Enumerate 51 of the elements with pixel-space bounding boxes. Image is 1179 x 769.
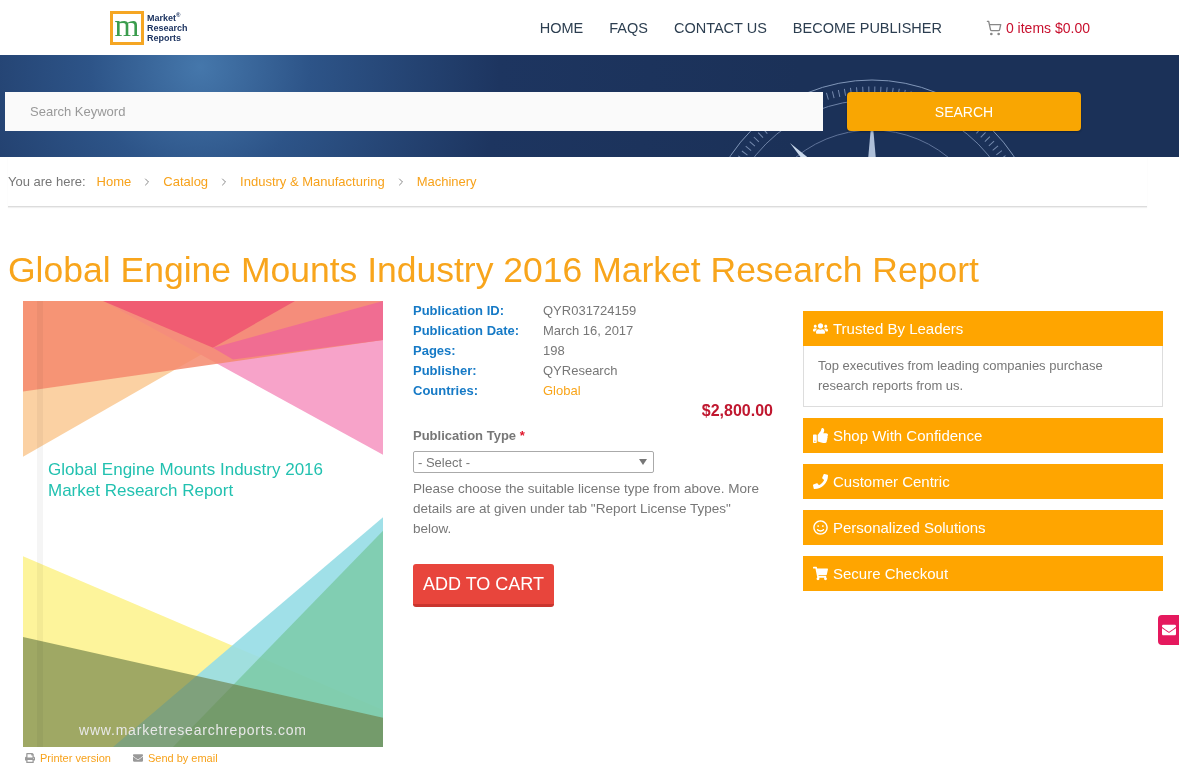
accordion-header[interactable]: Personalized Solutions	[803, 510, 1163, 545]
phone-icon	[813, 474, 828, 489]
cover-url: www.marketresearchreports.com	[79, 722, 307, 738]
cart-link[interactable]: 0 items $0.00	[985, 19, 1090, 36]
detail-label: Publisher:	[413, 362, 478, 380]
help-text: Please choose the suitable license type from above. More details are at given under tab "Report License Types" below.	[413, 480, 760, 538]
detail-label: Publication Date:	[413, 322, 521, 340]
search-button[interactable]: SEARCH	[847, 92, 1081, 131]
accordion-header[interactable]: Shop With Confidence	[803, 418, 1163, 453]
detail-value: 198	[543, 342, 565, 360]
accordion-header[interactable]: Trusted By Leaders	[803, 311, 1163, 346]
envelope-icon	[1162, 623, 1176, 637]
users-icon	[813, 321, 828, 336]
breadcrumb-link[interactable]: Machinery	[416, 174, 477, 189]
detail-value: QYR031724159	[543, 302, 637, 320]
publication-type-select[interactable]: - Select -	[413, 451, 654, 473]
detail-label: Countries:	[413, 382, 479, 400]
printer-icon	[25, 753, 35, 763]
smiley-icon	[813, 520, 828, 535]
nav-link[interactable]: BECOME PUBLISHER	[792, 19, 942, 36]
breadcrumb-label: You are here:	[8, 174, 86, 189]
detail-link[interactable]: Global	[543, 381, 581, 401]
nav-link[interactable]: HOME	[539, 19, 584, 36]
envelope-icon	[132, 753, 143, 763]
cart-icon	[985, 19, 1002, 36]
accordion-body: Top executives from leading companies purchase research reports from us.	[803, 346, 1163, 407]
field-label: Publication Type *	[413, 427, 526, 445]
accordion-header[interactable]: Customer Centric	[803, 464, 1163, 499]
send-by-email-link[interactable]: Send by email	[132, 752, 218, 764]
price: $2,800.00	[701, 401, 773, 421]
nav-link[interactable]: FAQS	[609, 19, 648, 36]
logo-mark[interactable]: m	[110, 10, 144, 45]
nav-link[interactable]: CONTACT US	[673, 19, 767, 36]
search-field[interactable]: Search Keyword	[5, 92, 823, 131]
detail-label: Pages:	[413, 342, 457, 360]
breadcrumb-link[interactable]: Catalog	[163, 174, 209, 189]
thumbs-up-icon	[813, 428, 828, 443]
cover-title: Global Engine Mounts Industry 2016 Market Research Report	[48, 459, 324, 501]
email-button[interactable]	[1158, 615, 1179, 645]
breadcrumb-link[interactable]: Home	[96, 174, 132, 189]
logo-text[interactable]: Market$^{®}$ Research Reports	[147, 12, 188, 43]
add-to-cart-button[interactable]: ADD TO CART	[413, 564, 554, 607]
breadcrumb-link[interactable]: Industry & Manufacturing	[240, 174, 385, 189]
caret-icon	[639, 459, 647, 465]
printer-version-link[interactable]: Printer version	[25, 752, 111, 764]
detail-label: Publication ID:	[413, 302, 505, 320]
page-title: Global Engine Mounts Industry 2016 Market Research Report	[8, 250, 979, 290]
detail-value: QYResearch	[543, 362, 618, 380]
accordion-header[interactable]: Secure Checkout	[803, 556, 1163, 591]
detail-value: March 16, 2017	[543, 322, 634, 340]
cart-icon	[813, 566, 828, 581]
